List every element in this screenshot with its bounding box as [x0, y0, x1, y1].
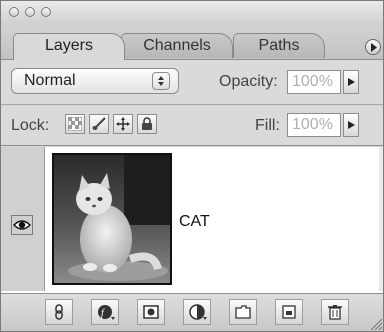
layer-list: CAT: [1, 147, 383, 293]
opacity-field[interactable]: 100%: [287, 70, 341, 94]
visibility-toggle[interactable]: [11, 215, 33, 235]
mask-icon: [143, 305, 159, 319]
fill-slider-button[interactable]: [343, 113, 359, 137]
tab-channels-label: Channels: [143, 37, 211, 54]
eye-icon: [12, 220, 32, 230]
layer-thumbnail[interactable]: [52, 153, 172, 285]
layer-style-button[interactable]: f: [91, 299, 119, 325]
visibility-column: [1, 147, 45, 291]
blend-mode-stepper[interactable]: [152, 72, 170, 90]
up-down-arrows-icon: [158, 76, 164, 86]
lock-label: Lock:: [11, 117, 50, 134]
new-group-button[interactable]: [229, 299, 257, 325]
panel-menu-button[interactable]: [365, 39, 381, 55]
brush-lock-icon: [92, 117, 106, 130]
link-icon: [55, 304, 63, 320]
fx-icon: f: [98, 305, 115, 320]
bottom-toolbar: f: [1, 293, 383, 331]
tab-channels[interactable]: Channels: [121, 33, 233, 58]
layers-panel: Paths Channels Layers Normal Opacity: 10…: [0, 0, 384, 332]
trash-icon: [328, 305, 342, 320]
opacity-value: 100%: [292, 73, 333, 90]
minimize-window-button[interactable]: [25, 7, 35, 17]
opacity-slider-button[interactable]: [343, 70, 359, 94]
zoom-window-button[interactable]: [41, 7, 51, 17]
tab-paths[interactable]: Paths: [233, 33, 325, 58]
lock-pixels-button[interactable]: [89, 114, 109, 134]
transparency-lock-icon: [68, 117, 82, 131]
add-mask-button[interactable]: [137, 299, 165, 325]
adjustment-icon: [189, 304, 207, 320]
play-arrow-icon: [371, 43, 377, 52]
fill-field[interactable]: 100%: [287, 113, 341, 137]
close-window-button[interactable]: [9, 7, 19, 17]
lock-position-button[interactable]: [113, 114, 133, 134]
adjustment-layer-button[interactable]: [183, 299, 211, 325]
lock-row: Lock: Fill: 100%: [1, 106, 383, 146]
new-layer-icon: [282, 305, 296, 319]
title-bar: [1, 1, 383, 26]
link-layers-button[interactable]: [45, 299, 73, 325]
right-arrow-icon: [348, 78, 355, 86]
delete-layer-button[interactable]: [321, 299, 349, 325]
layer-row[interactable]: CAT: [1, 147, 383, 291]
new-layer-button[interactable]: [275, 299, 303, 325]
resize-grip-icon[interactable]: [369, 317, 383, 331]
layer-name[interactable]: CAT: [179, 213, 210, 231]
tab-layers[interactable]: Layers: [13, 33, 125, 60]
fill-label: Fill:: [255, 117, 280, 134]
padlock-icon: [142, 117, 152, 130]
opacity-label: Opacity:: [219, 73, 278, 90]
tab-strip: Paths Channels Layers: [1, 25, 383, 60]
move-lock-icon: [116, 117, 130, 131]
lock-all-button[interactable]: [137, 114, 157, 134]
blend-mode-value: Normal: [24, 72, 76, 89]
blend-mode-select[interactable]: Normal: [11, 68, 179, 94]
tab-layers-label: Layers: [44, 37, 94, 54]
cat-photo-image: [54, 155, 170, 283]
tab-paths-label: Paths: [258, 37, 300, 54]
list-scrollbar[interactable]: [379, 147, 383, 291]
blend-row: Normal Opacity: 100%: [1, 60, 383, 105]
lock-transparency-button[interactable]: [65, 114, 85, 134]
folder-icon: [235, 305, 251, 319]
right-arrow-icon: [348, 121, 355, 129]
fill-value: 100%: [292, 116, 333, 133]
